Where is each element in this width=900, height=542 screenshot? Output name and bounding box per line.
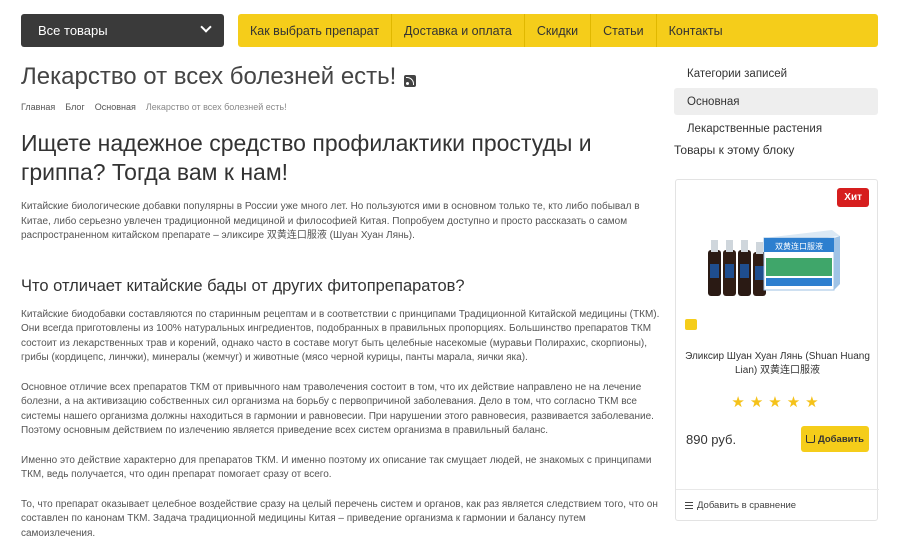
product-card: Хит 双黄连口服液 Эликсир Шуан Хуан Лянь (Shuan… [675, 179, 879, 521]
breadcrumb-home[interactable]: Главная [21, 102, 55, 112]
article-paragraph: Основное отличие всех препаратов ТКМ от … [21, 381, 654, 437]
nav-how-to-choose[interactable]: Как выбрать препарат [238, 14, 393, 47]
tag-icon [685, 319, 697, 330]
article-paragraph: То, что препарат оказывает целебное возд… [21, 498, 658, 539]
product-box-label: 双黄连口服液 [775, 241, 823, 251]
nav-articles[interactable]: Статьи [591, 14, 657, 47]
catalog-button-label: Все товары [38, 23, 108, 38]
breadcrumb: Главная Блог Основная Лекарство от всех … [21, 102, 661, 112]
rss-icon[interactable] [404, 75, 417, 87]
article-intro: Китайские биологические добавки популярн… [21, 201, 640, 241]
sidebar-item-herbs[interactable]: Лекарственные растения [674, 115, 878, 142]
compare-label: Добавить в сравнение [697, 500, 797, 511]
breadcrumb-current: Лекарство от всех болезней есть! [145, 102, 287, 112]
product-price: 890 руб. [686, 432, 737, 447]
categories-title: Категории записей [687, 68, 788, 80]
top-nav: Как выбрать препарат Доставка и оплата С… [238, 14, 878, 47]
article-subheading: Что отличает китайские бады от других фи… [21, 276, 465, 295]
product-image[interactable]: 双黄连口服液 [706, 224, 842, 304]
nav-contacts[interactable]: Контакты [657, 14, 735, 47]
page-title: Лекарство от всех болезней есть! [21, 60, 661, 94]
list-icon [685, 502, 693, 509]
page-title-text: Лекарство от всех болезней есть! [21, 63, 397, 90]
hit-badge: Хит [837, 188, 869, 207]
breadcrumb-blog[interactable]: Блог [65, 102, 84, 112]
nav-discounts[interactable]: Скидки [525, 14, 592, 47]
compare-link[interactable]: Добавить в сравнение [676, 489, 879, 521]
article-heading: Ищете надежное средство профилактики про… [21, 130, 592, 185]
catalog-button[interactable]: Все товары [21, 14, 224, 47]
products-title: Товары к этому блоку [674, 143, 795, 157]
product-name[interactable]: Эликсир Шуан Хуан Лянь (Shuan Huang Lian… [676, 350, 879, 378]
rating-stars: ★★★★★ [731, 394, 824, 411]
add-to-cart-label: Добавить [817, 433, 864, 445]
article-paragraph: Китайские биодобавки составляются по ста… [21, 308, 660, 364]
article-paragraph: Именно это действие характерно для препа… [21, 454, 652, 481]
sidebar-item-main[interactable]: Основная [674, 88, 878, 115]
nav-delivery[interactable]: Доставка и оплата [392, 14, 525, 47]
cart-icon [805, 435, 815, 443]
chevron-down-icon [200, 21, 212, 33]
breadcrumb-category[interactable]: Основная [95, 102, 136, 112]
main-content: Лекарство от всех болезней есть! Главная… [21, 60, 661, 541]
sidebar: Категории записей Основная Лекарственные… [674, 60, 878, 157]
add-to-cart-button[interactable]: Добавить [801, 426, 869, 452]
